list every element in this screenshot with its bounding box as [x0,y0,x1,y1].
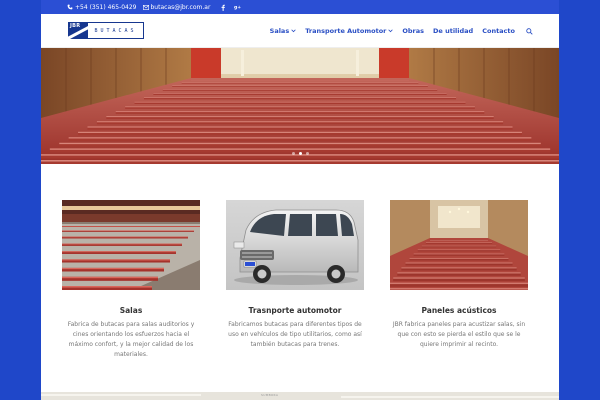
top-bar: +54 (351) 465-0429 butacas@jbr.com.ar g+ [41,0,559,14]
email-icon [142,4,149,10]
location-map[interactable]: SUMBORA [41,392,559,400]
nav-item-contacto[interactable]: Contacto [482,27,515,35]
acoustic-panels-image [390,200,528,290]
nav-item-label: Obras [402,27,425,35]
page: +54 (351) 465-0429 butacas@jbr.com.ar g+… [41,0,559,400]
nav-item-label: Transporte Automotor [305,27,387,35]
logo-mark-text: JBR [70,23,81,29]
main-nav: Salas Transporte Automotor Obras De util… [270,14,533,48]
svg-text:g+: g+ [234,5,241,10]
site-header: JBR BUTACAS Salas Transporte Automotor O… [41,14,559,48]
card-title: Trasnporte automotor [248,306,342,315]
feature-cards: Salas Fabrica de butacas para salas audi… [41,200,559,370]
logo-word: BUTACAS [88,22,144,39]
card-title: Paneles acústicos [421,306,497,315]
search-button[interactable] [526,27,533,35]
email-address: butacas@jbr.com.ar [150,3,211,11]
site-logo[interactable]: JBR BUTACAS [68,22,144,39]
card-title: Salas [119,306,143,315]
card-image[interactable] [226,200,364,290]
card-description: Fabrica de butacas para salas auditorios… [67,321,195,358]
card-transporte[interactable]: Trasnporte automotor Fabricamos butacas … [226,200,364,350]
theater-seats-image [62,200,200,290]
facebook-link[interactable] [221,4,226,11]
card-image[interactable] [62,200,200,290]
map-road [41,394,201,396]
nav-item-salas[interactable]: Salas [270,27,297,35]
map-road [341,396,559,398]
chevron-down-icon [388,29,394,33]
facebook-icon [221,4,226,11]
card-description: JBR fabrica paneles para acustizar salas… [392,321,526,348]
card-paneles[interactable]: Paneles acústicos JBR fabrica paneles pa… [390,200,528,350]
google-plus-link[interactable]: g+ [234,4,242,10]
nav-item-label: Salas [269,27,290,35]
card-image[interactable] [390,200,528,290]
google-plus-icon: g+ [234,5,241,10]
nav-item-label: De utilidad [433,27,474,35]
phone-icon [67,4,73,10]
van-image [226,200,364,290]
chevron-down-icon [291,29,296,33]
search-icon [526,27,533,35]
slider-dots [41,152,559,155]
slider-dot[interactable] [305,152,309,155]
card-description: Fabricamos butacas para diferentes tipos… [228,321,362,348]
nav-item-transporte[interactable]: Transporte Automotor [305,27,394,35]
auditorium-image [41,48,559,164]
slider-dot[interactable] [291,152,295,155]
nav-item-label: Contacto [482,27,515,35]
logo-mark: JBR [68,22,88,39]
hero-slider[interactable] [41,48,559,164]
phone-number: +54 (351) 465-0429 [75,3,137,11]
nav-item-obras[interactable]: Obras [402,27,424,35]
card-salas[interactable]: Salas Fabrica de butacas para salas audi… [62,200,200,360]
map-label: SUMBORA [261,393,279,397]
slider-dot[interactable] [298,152,302,155]
email-link[interactable]: butacas@jbr.com.ar [142,3,211,11]
phone-link[interactable]: +54 (351) 465-0429 [67,4,137,11]
nav-item-de-utilidad[interactable]: De utilidad [433,27,473,35]
